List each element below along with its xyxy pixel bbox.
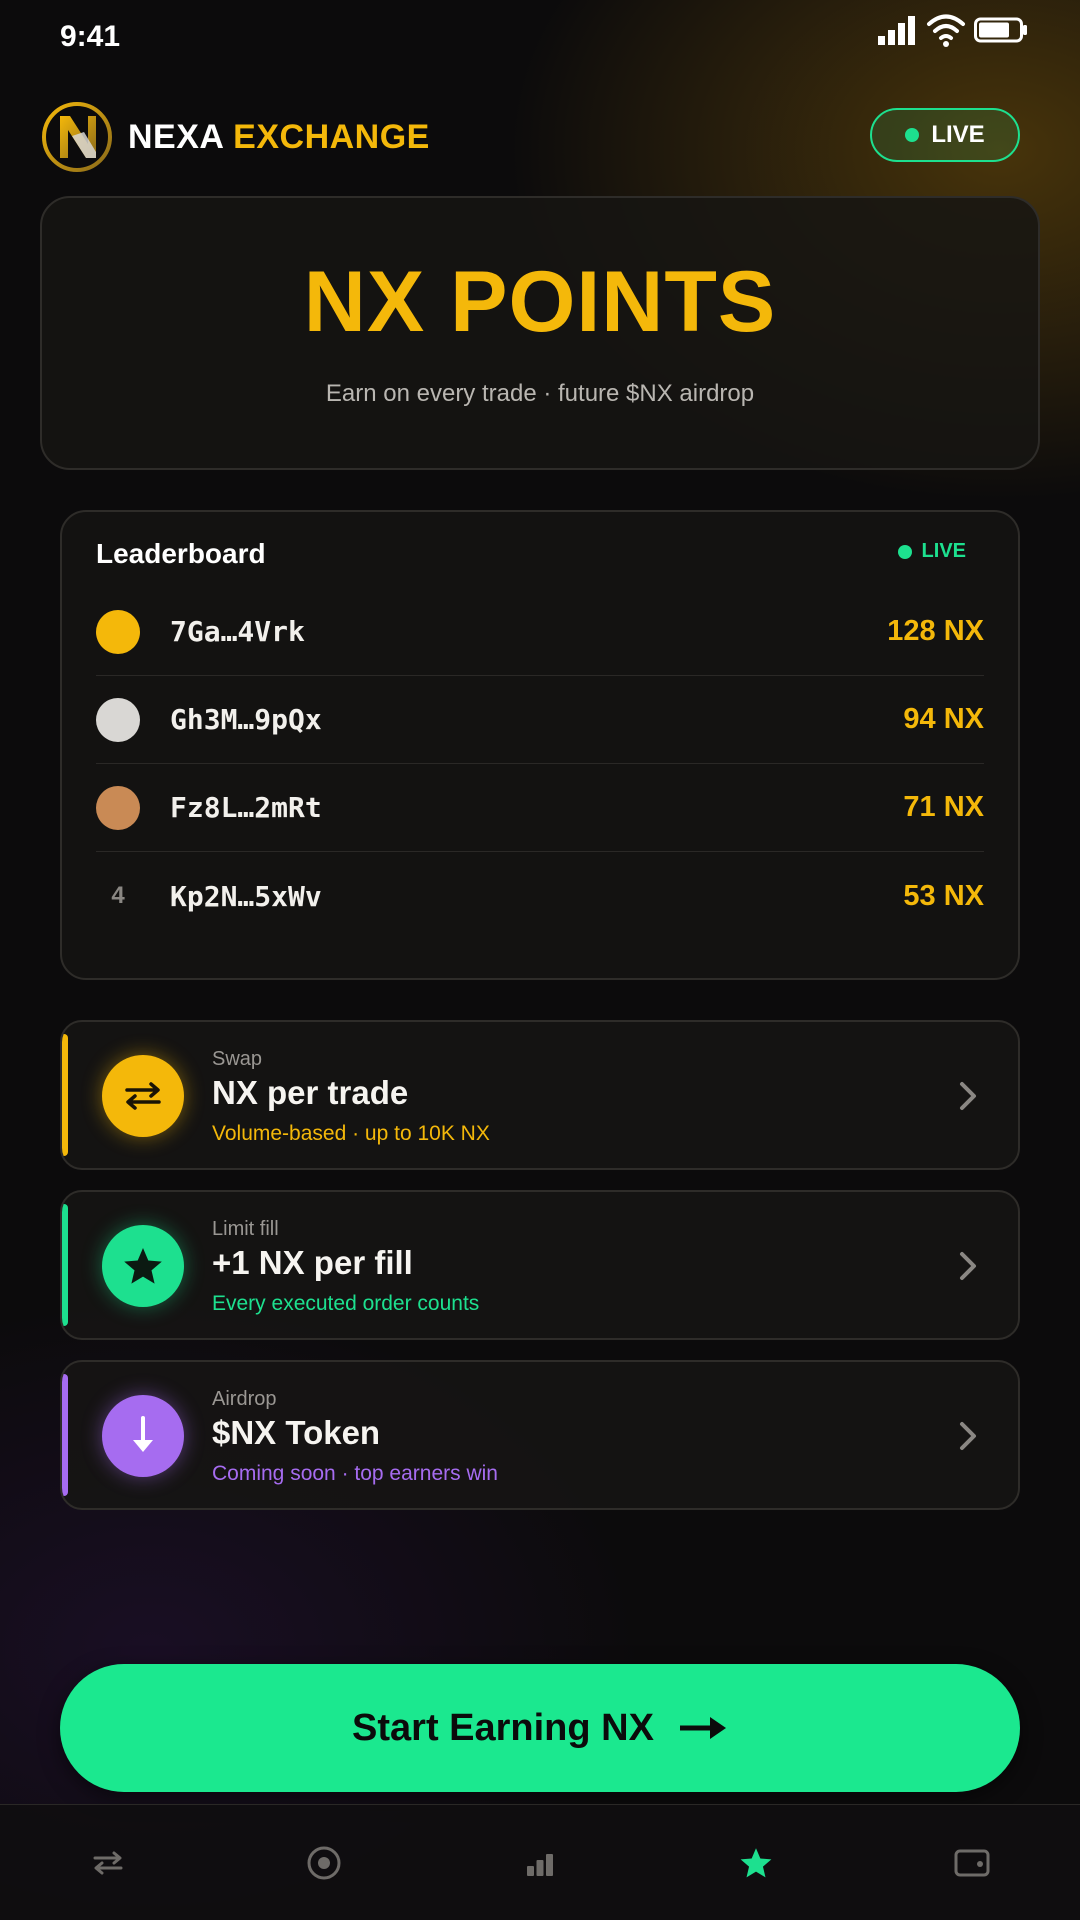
card-title: $NX Token — [212, 1414, 381, 1451]
nexa-logo-icon — [42, 102, 112, 172]
swap-reward-card[interactable]: Swap NX per trade Volume-based · up to 1… — [60, 1020, 1020, 1170]
brand-name: NEXA EXCHANGE — [128, 118, 430, 157]
start-earning-label: Start Earning NX — [352, 1706, 654, 1749]
bronze-medal-icon — [96, 785, 140, 830]
chevron-right-icon — [960, 1252, 976, 1280]
swap-arrows-icon — [102, 1055, 184, 1137]
brand-name-accent: EXCHANGE — [233, 117, 430, 156]
leaderboard-row[interactable]: Gh3M…9pQx 94 NX — [96, 676, 984, 764]
card-description: Every executed order counts — [212, 1292, 480, 1315]
live-dot-icon — [897, 544, 912, 559]
status-time: 9:41 — [60, 20, 121, 53]
hero-title: NX POINTS — [303, 254, 777, 350]
bottom-nav — [0, 1804, 1080, 1920]
leaderboard-row[interactable]: 7Ga…4Vrk 128 NX — [96, 588, 984, 676]
card-kicker: Limit fill — [212, 1218, 279, 1240]
limit-fill-reward-card[interactable]: Limit fill +1 NX per fill Every executed… — [60, 1190, 1020, 1340]
star-icon — [740, 1848, 772, 1878]
wallet-address: Gh3M…9pQx — [170, 703, 322, 736]
airdrop-reward-card[interactable]: Airdrop $NX Token Coming soon · top earn… — [60, 1360, 1020, 1510]
chevron-right-icon — [960, 1422, 976, 1450]
live-pill-label: LIVE — [931, 121, 985, 148]
nav-markets[interactable] — [294, 1833, 354, 1893]
download-arrow-icon — [102, 1395, 184, 1477]
points-value: 53 NX — [903, 879, 984, 912]
nav-wallet[interactable] — [942, 1833, 1002, 1893]
card-kicker: Airdrop — [212, 1388, 277, 1410]
card-description: Coming soon · top earners win — [212, 1462, 498, 1485]
leaderboard-live-indicator: LIVE — [897, 540, 966, 563]
leaderboard-rows: 7Ga…4Vrk 128 NX Gh3M…9pQx 94 NX Fz8L…2mR… — [96, 588, 984, 940]
points-value: 128 NX — [887, 615, 984, 647]
chart-bars-icon — [527, 1854, 553, 1876]
leaderboard-card: Leaderboard LIVE 7Ga…4Vrk 128 NX Gh3M…9p… — [60, 510, 1020, 980]
gold-medal-icon — [96, 609, 140, 654]
nav-stats[interactable] — [510, 1833, 570, 1893]
leaderboard-row[interactable]: 4 Kp2N…5xWv 53 NX — [96, 852, 984, 940]
points-value: 94 NX — [903, 703, 984, 735]
wallet-icon — [954, 1849, 990, 1877]
nav-points[interactable] — [726, 1833, 786, 1893]
card-title: NX per trade — [212, 1074, 409, 1111]
silver-medal-icon — [96, 697, 140, 742]
wallet-address: Fz8L…2mRt — [170, 791, 322, 824]
card-accent-bar — [62, 1204, 68, 1326]
brand-name-main: NEXA — [128, 117, 224, 156]
leaderboard-title: Leaderboard — [96, 538, 266, 569]
hero-subtitle: Earn on every trade · future $NX airdrop — [325, 380, 755, 407]
card-kicker: Swap — [212, 1048, 263, 1070]
hero-card: NX POINTS Earn on every trade · future $… — [40, 196, 1040, 470]
card-title: +1 NX per fill — [212, 1244, 413, 1281]
wallet-address: 7Ga…4Vrk — [170, 615, 305, 648]
status-bar: 9:41 — [0, 0, 1080, 70]
chevron-right-icon — [960, 1082, 976, 1110]
card-description: Volume-based · up to 10K NX — [212, 1122, 490, 1145]
live-dot-icon — [905, 128, 920, 142]
leaderboard-live-label: LIVE — [921, 540, 966, 562]
rank-number: 4 — [111, 882, 125, 909]
wifi-icon — [927, 14, 965, 47]
signal-icon — [878, 16, 915, 45]
nav-swap[interactable] — [78, 1833, 138, 1893]
points-value: 71 NX — [903, 791, 984, 823]
start-earning-button[interactable]: Start Earning NX — [60, 1664, 1020, 1792]
star-icon — [102, 1225, 184, 1307]
card-accent-bar — [62, 1034, 68, 1156]
leaderboard-row[interactable]: Fz8L…2mRt 71 NX — [96, 764, 984, 852]
status-icons — [878, 12, 1028, 48]
live-status-pill: LIVE — [870, 108, 1020, 162]
wallet-address: Kp2N…5xWv — [170, 879, 322, 913]
arrow-right-icon — [679, 1717, 726, 1739]
target-icon — [307, 1846, 341, 1880]
battery-icon — [974, 17, 1027, 43]
swap-icon — [93, 1851, 123, 1875]
card-accent-bar — [62, 1374, 68, 1496]
brand[interactable]: NEXA EXCHANGE — [40, 100, 430, 174]
